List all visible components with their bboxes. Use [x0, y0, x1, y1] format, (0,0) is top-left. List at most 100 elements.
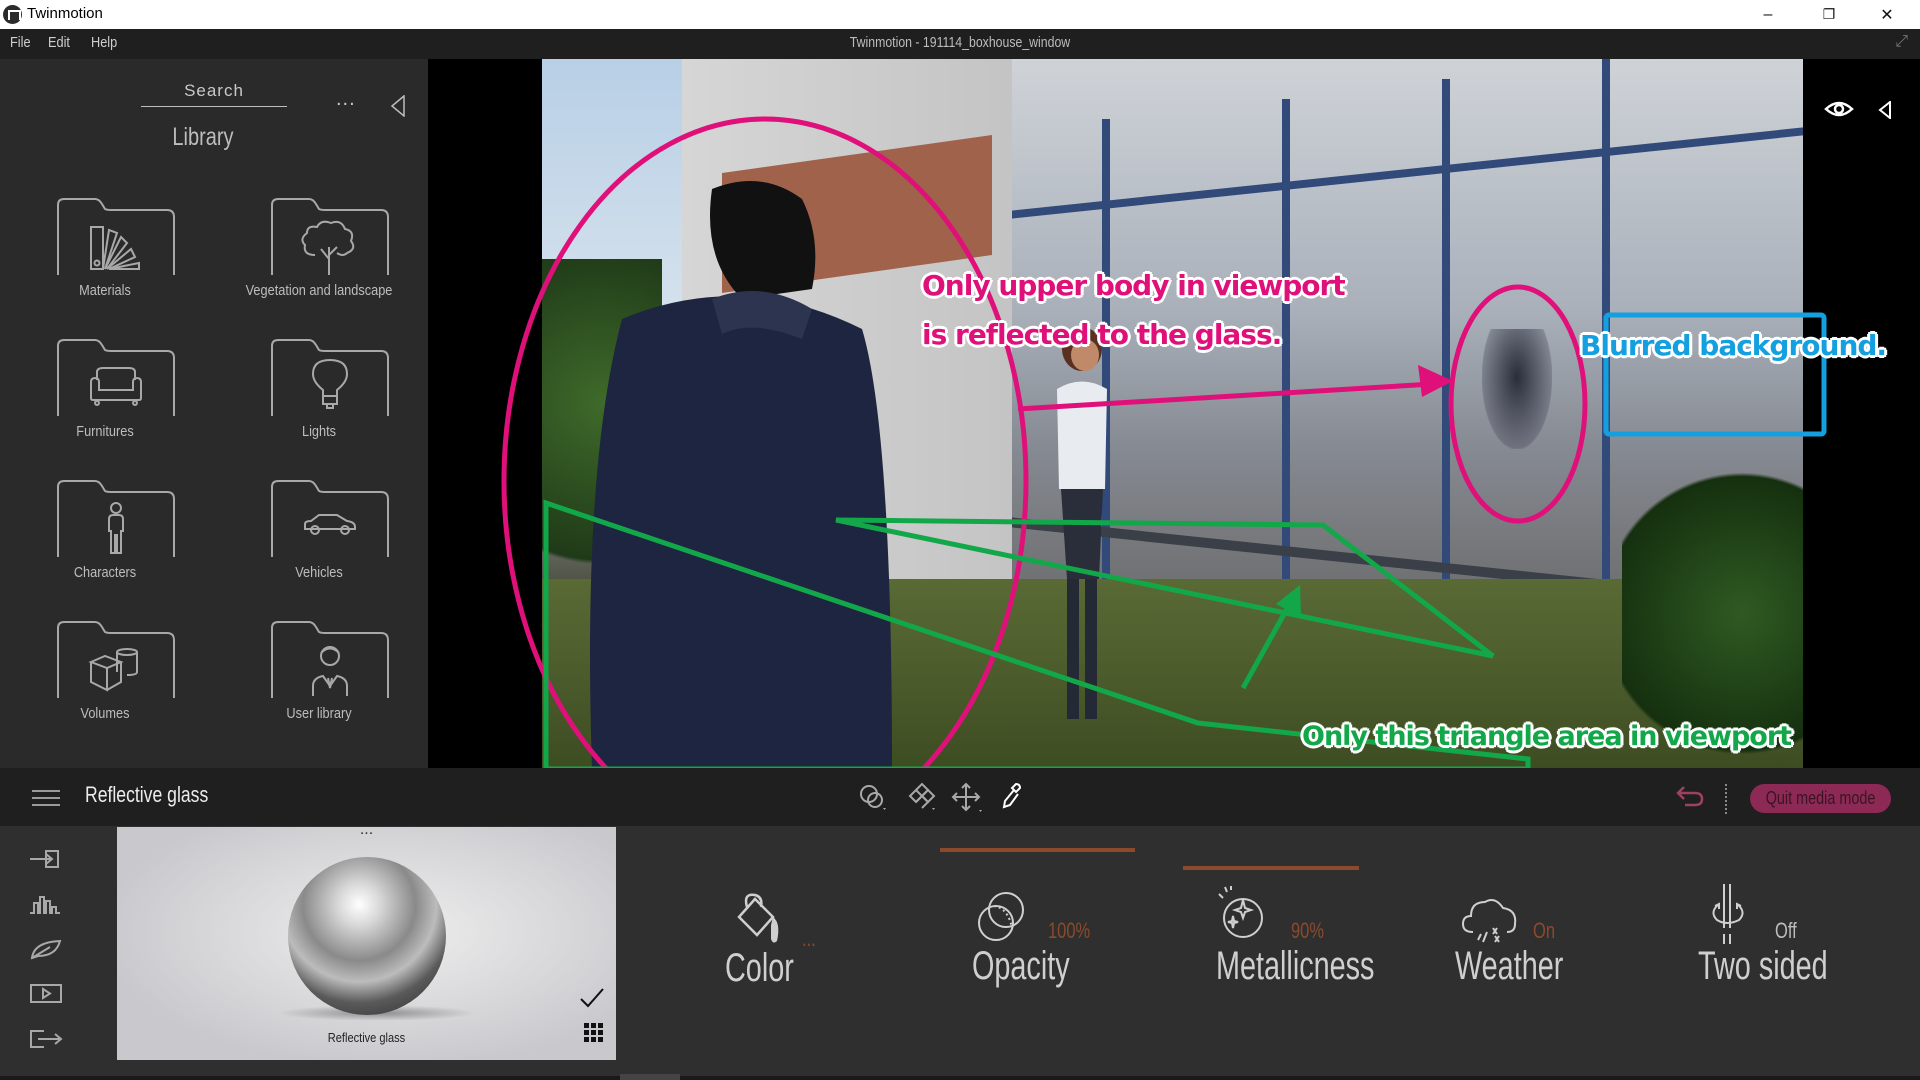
annotation-line: Only this triangle area in viewport: [1302, 721, 1792, 752]
two-sided-icon: [1712, 884, 1744, 944]
library-item-characters[interactable]: Characters: [10, 479, 200, 599]
check-icon[interactable]: [579, 987, 605, 1009]
user-icon: [312, 646, 348, 696]
select-material-icon[interactable]: [857, 782, 887, 812]
property-label: Opacity: [972, 944, 1070, 988]
restore-button[interactable]: ❐: [1800, 0, 1858, 29]
volumes-icon: [88, 648, 138, 692]
library-item-label: Characters: [73, 564, 137, 581]
swatch-fan-icon: [90, 226, 140, 270]
woman-character: [1057, 327, 1107, 719]
opacity-value: 100%: [1048, 918, 1091, 943]
material-toolbar: Reflective glass Quit media mode: [0, 768, 1920, 826]
opacity-level-bar[interactable]: [940, 848, 1135, 852]
menu-bar: Twinmotion - 191114_boxhouse_window File…: [0, 29, 1920, 59]
folder-icon: [271, 480, 389, 557]
window-frame: [1442, 79, 1450, 639]
property-weather[interactable]: On Weather: [1455, 826, 1635, 1080]
quit-media-mode-button[interactable]: Quit media mode: [1750, 784, 1891, 813]
folder-icon: [57, 198, 175, 275]
library-item-vegetation[interactable]: Vegetation and landscape: [224, 197, 414, 317]
horizontal-scrollbar[interactable]: [0, 1076, 1920, 1080]
collapse-sidebar-icon[interactable]: [390, 95, 406, 117]
toolbar-separator: [1725, 784, 1727, 814]
close-button[interactable]: ✕: [1858, 0, 1916, 29]
hamburger-menu-icon[interactable]: [32, 790, 60, 811]
metallicness-level-bar[interactable]: [1183, 866, 1359, 870]
property-metallicness[interactable]: 90% Metallicness: [1183, 826, 1383, 1080]
folder-icon: [57, 480, 175, 557]
property-opacity[interactable]: 100% Opacity: [940, 826, 1140, 1080]
library-item-label: Furnitures: [76, 423, 134, 440]
search-underline: [141, 106, 287, 107]
menu-help[interactable]: Help: [91, 34, 117, 51]
reflected-figure: [1482, 329, 1552, 449]
library-item-materials[interactable]: Materials: [10, 197, 200, 317]
property-label: Weather: [1455, 944, 1564, 988]
weather-cloud-icon: [1461, 899, 1517, 943]
grid-icon[interactable]: [584, 1023, 604, 1043]
armchair-icon: [90, 367, 142, 406]
weather-value: On: [1533, 918, 1556, 943]
library-item-label: Volumes: [80, 705, 130, 722]
search-input[interactable]: Search: [141, 81, 287, 101]
collapse-right-panel-icon[interactable]: [1878, 101, 1892, 119]
man-character: [590, 181, 892, 768]
library-item-volumes[interactable]: Volumes: [10, 620, 200, 740]
library-item-label: Materials: [79, 282, 131, 299]
property-two-sided[interactable]: Off Two sided: [1695, 826, 1895, 1080]
library-title: Library: [172, 123, 234, 151]
annotation-line: is reflected to the glass.: [1302, 761, 1791, 768]
document-title: Twinmotion - 191114_boxhouse_window: [849, 34, 1071, 51]
eyedropper-icon[interactable]: [1000, 782, 1022, 812]
person-icon: [108, 502, 124, 554]
property-label: Metallicness: [1216, 944, 1375, 988]
scrollbar-thumb[interactable]: [620, 1074, 680, 1080]
material-sphere: [288, 857, 446, 1015]
export-icon[interactable]: [28, 1026, 64, 1052]
paint-bucket-icon: [737, 893, 779, 943]
sparkle-sphere-icon: [1218, 886, 1263, 938]
material-panel: ... Reflective glass ... Color 100% Opac…: [0, 826, 1920, 1080]
city-skyline-icon[interactable]: [28, 891, 64, 917]
car-icon: [304, 514, 356, 535]
menu-edit[interactable]: Edit: [48, 34, 70, 51]
annotation-triangle: Only this triangle area in viewport is r…: [1302, 712, 1792, 768]
twinmotion-logo-icon: [3, 5, 22, 24]
folder-icon: [271, 198, 389, 275]
library-item-furnitures[interactable]: Furnitures: [10, 338, 200, 458]
preview-more-button[interactable]: ...: [117, 827, 616, 839]
panel-side-icons: [0, 826, 117, 1080]
pattern-material-icon[interactable]: [904, 782, 936, 812]
expand-icon[interactable]: ⤢: [1895, 33, 1908, 51]
library-item-lights[interactable]: Lights: [224, 338, 414, 458]
library-item-vehicles[interactable]: Vehicles: [224, 479, 414, 599]
more-options-button[interactable]: ...: [336, 89, 356, 109]
folder-icon: [57, 339, 175, 416]
library-item-user-library[interactable]: User library: [224, 620, 414, 740]
leaf-icon[interactable]: [28, 936, 64, 962]
property-label: Two sided: [1698, 944, 1828, 988]
library-sidebar: Search ... Library Materials Vegetation …: [0, 59, 428, 768]
quit-media-mode-label: Quit media mode: [1765, 788, 1876, 808]
metallicness-value: 90%: [1291, 918, 1325, 943]
two-sided-value: Off: [1775, 918, 1797, 943]
media-play-icon[interactable]: [28, 981, 64, 1007]
material-preview[interactable]: ... Reflective glass: [117, 827, 616, 1060]
color-value: ...: [802, 926, 816, 951]
eye-icon[interactable]: [1824, 99, 1854, 119]
rendered-scene[interactable]: [542, 59, 1803, 768]
3d-viewport[interactable]: Only upper body in viewport is reflected…: [428, 59, 1920, 768]
annotation-line: is reflected to the glass.: [922, 318, 1282, 351]
property-color[interactable]: ... Color: [720, 826, 920, 1080]
minimize-button[interactable]: –: [1739, 0, 1797, 29]
import-icon[interactable]: [28, 846, 64, 872]
undo-icon[interactable]: [1675, 784, 1705, 808]
preview-label: Reflective glass: [327, 1030, 406, 1045]
annotation-blurred: Blurred background.: [1580, 329, 1887, 362]
menu-file[interactable]: File: [10, 34, 31, 51]
move-tool-icon[interactable]: [951, 782, 983, 814]
property-label: Color: [725, 946, 794, 990]
window-frame: [1282, 99, 1290, 619]
tree-icon: [301, 220, 355, 275]
